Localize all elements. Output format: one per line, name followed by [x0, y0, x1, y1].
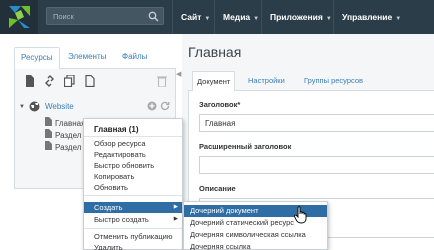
document-icon	[45, 141, 52, 154]
top-navbar: Поиск Сайт ▼ Медиа ▼ Приложения ▼ Управлени…	[0, 0, 434, 34]
submenu-item-child-weblink[interactable]: Дочерняя ссылка	[184, 241, 327, 250]
left-tabs: Ресурсы Элементы Файлы	[14, 47, 176, 70]
tree-toolbar	[25, 74, 167, 91]
menu-divider	[84, 195, 182, 196]
menu-item-quick-update[interactable]: Быстро обновить	[84, 160, 182, 171]
page-title: Главная	[188, 44, 242, 60]
tree-root-website[interactable]: ▼ Website	[19, 99, 173, 115]
nav-manage-label: Управление	[342, 12, 393, 22]
pagetitle-input[interactable]: Главная	[199, 114, 434, 132]
menu-item-overview[interactable]: Обзор ресурса	[84, 138, 182, 149]
main-tabs: Документ Настройки Группы ресурсов	[188, 71, 434, 92]
link-icon[interactable]	[44, 75, 55, 89]
submenu-arrow-icon: ▶	[173, 216, 178, 222]
tab-resources[interactable]: Ресурсы	[14, 47, 60, 70]
longtitle-input[interactable]	[199, 156, 434, 174]
new-document-icon[interactable]	[25, 75, 35, 89]
nav-apps-label: Приложения	[270, 12, 323, 22]
nav-manage[interactable]: Управление ▼	[333, 0, 434, 34]
field-label-description: Описание	[199, 184, 236, 193]
chevron-down-icon: ▼	[325, 16, 332, 22]
nav-media-label: Медиа	[223, 12, 251, 22]
search-input[interactable]: Поиск	[46, 7, 164, 25]
menu-item-create[interactable]: Создать ▶	[84, 202, 182, 213]
trash-icon[interactable]	[157, 75, 167, 89]
collapse-arrow-icon[interactable]: ▼	[19, 99, 25, 115]
menu-item-quick-create-label: Быстро создать	[94, 215, 149, 224]
pagetitle-value: Главная	[205, 119, 236, 128]
chevron-down-icon: ▼	[395, 16, 402, 22]
submenu-item-child-symlink[interactable]: Дочерняя символическая ссылка	[184, 229, 327, 241]
nav-site-label: Сайт	[181, 12, 202, 22]
tree-root-label: Website	[45, 102, 74, 111]
search-placeholder: Поиск	[53, 12, 74, 21]
add-resource-icon[interactable]	[147, 101, 157, 117]
tab-settings[interactable]: Настройки	[244, 71, 289, 91]
menu-item-duplicate[interactable]: Копировать	[84, 171, 182, 182]
menu-item-delete[interactable]: Удалить	[84, 242, 182, 250]
context-menu: Главная (1) Обзор ресурса Редактировать …	[83, 118, 183, 250]
menu-item-refresh[interactable]: Обновить	[84, 182, 182, 193]
menu-divider	[84, 228, 182, 229]
tab-elements[interactable]: Элементы	[62, 47, 112, 69]
tab-resource-groups[interactable]: Группы ресурсов	[300, 71, 367, 91]
menu-item-create-label: Создать	[94, 203, 123, 212]
context-menu-header: Главная (1)	[94, 125, 139, 134]
menu-item-unpublish[interactable]: Отменить публикацию	[84, 231, 182, 242]
menu-divider	[84, 136, 182, 137]
submenu-arrow-icon: ▶	[173, 204, 178, 210]
modx-logo[interactable]	[0, 0, 38, 34]
refresh-icon[interactable]	[160, 101, 170, 117]
chevron-down-icon: ▼	[253, 16, 260, 22]
menu-item-quick-create[interactable]: Быстро создать ▶	[84, 214, 182, 225]
tab-files[interactable]: Файлы	[116, 47, 153, 69]
document-icon[interactable]	[85, 74, 95, 89]
search-icon[interactable]	[148, 11, 159, 24]
copy-icon[interactable]	[64, 74, 76, 89]
nav-site[interactable]: Сайт ▼	[172, 0, 214, 34]
tab-document[interactable]: Документ	[192, 71, 236, 92]
nav-apps[interactable]: Приложения ▼	[261, 0, 333, 34]
nav-media[interactable]: Медиа ▼	[214, 0, 261, 34]
field-label-pagetitle: Заголовок*	[199, 100, 241, 109]
hand-cursor-icon	[293, 206, 308, 226]
globe-icon	[29, 101, 40, 118]
menu-item-edit[interactable]: Редактировать	[84, 149, 182, 160]
chevron-down-icon: ▼	[204, 16, 211, 22]
field-label-longtitle: Расширенный заголовок	[199, 142, 292, 151]
